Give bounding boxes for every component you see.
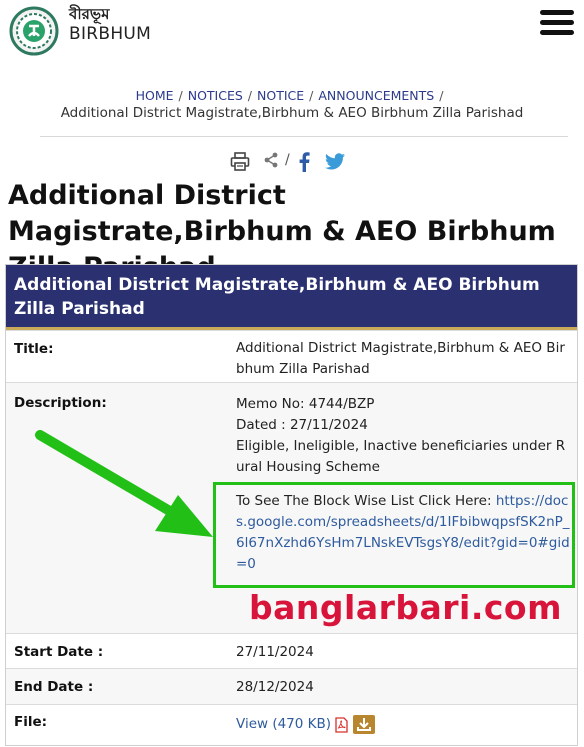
hamburger-menu-icon[interactable]	[540, 10, 574, 36]
divider	[40, 136, 568, 137]
title-value: Additional District Magistrate,Birbhum &…	[236, 340, 565, 377]
breadcrumb-separator: /	[439, 88, 444, 103]
download-icon[interactable]	[352, 715, 375, 734]
table-header-title: Additional District Magistrate,Birbhum &…	[14, 275, 540, 319]
breadcrumb-separator: /	[309, 88, 314, 103]
share-toolbar: /	[0, 150, 584, 174]
breadcrumb-announcements[interactable]: ANNOUNCEMENTS	[318, 88, 434, 103]
table-row-end-date: End Date : 28/12/2024	[6, 668, 577, 704]
breadcrumb-separator: /	[178, 88, 183, 103]
description-label: Description:	[14, 395, 107, 411]
share-separator: /	[285, 152, 290, 168]
breadcrumb-current: Additional District Magistrate,Birbhum &…	[60, 105, 524, 121]
memo-number: Memo No: 4744/BZP	[236, 396, 375, 412]
start-date-value: 27/11/2024	[236, 644, 314, 660]
breadcrumb-separator: /	[247, 88, 253, 103]
file-value: View (470 KB)	[236, 714, 572, 736]
file-label: File:	[14, 714, 48, 730]
breadcrumb-notice[interactable]: NOTICE	[257, 88, 304, 103]
table-row-start-date: Start Date : 27/11/2024	[6, 633, 577, 668]
watermark: banglarbari.com	[249, 588, 562, 627]
description-text: Eligible, Ineligible, Inactive beneficia…	[236, 438, 566, 475]
table-row-title: Title: Additional District Magistrate,Bi…	[6, 330, 577, 382]
end-date-label: End Date :	[14, 679, 94, 695]
start-date-label: Start Date :	[14, 644, 104, 660]
breadcrumb: HOME / NOTICES / NOTICE / ANNOUNCEMENTS /	[0, 88, 584, 103]
facebook-icon[interactable]	[298, 152, 310, 172]
pdf-icon[interactable]	[335, 716, 348, 733]
breadcrumb-home[interactable]: HOME	[136, 88, 174, 103]
share-icon[interactable]	[263, 152, 279, 168]
breadcrumb-notices[interactable]: NOTICES	[188, 88, 243, 103]
memo-date: Dated : 27/11/2024	[236, 417, 368, 433]
west-bengal-emblem-icon[interactable]	[9, 6, 59, 56]
title-label: Title:	[14, 341, 54, 357]
print-icon[interactable]	[230, 152, 250, 172]
table-header: Additional District Magistrate,Birbhum &…	[6, 265, 577, 330]
site-name: BIRBHUM	[69, 24, 152, 44]
highlight-box	[213, 482, 575, 588]
file-view-link[interactable]: View (470 KB)	[236, 714, 331, 735]
site-header: বীরভূম BIRBHUM	[0, 0, 584, 62]
green-arrow-icon	[35, 430, 213, 537]
table-row-file: File: View (470 KB)	[6, 704, 577, 745]
end-date-value: 28/12/2024	[236, 679, 314, 695]
twitter-icon[interactable]	[325, 153, 345, 170]
